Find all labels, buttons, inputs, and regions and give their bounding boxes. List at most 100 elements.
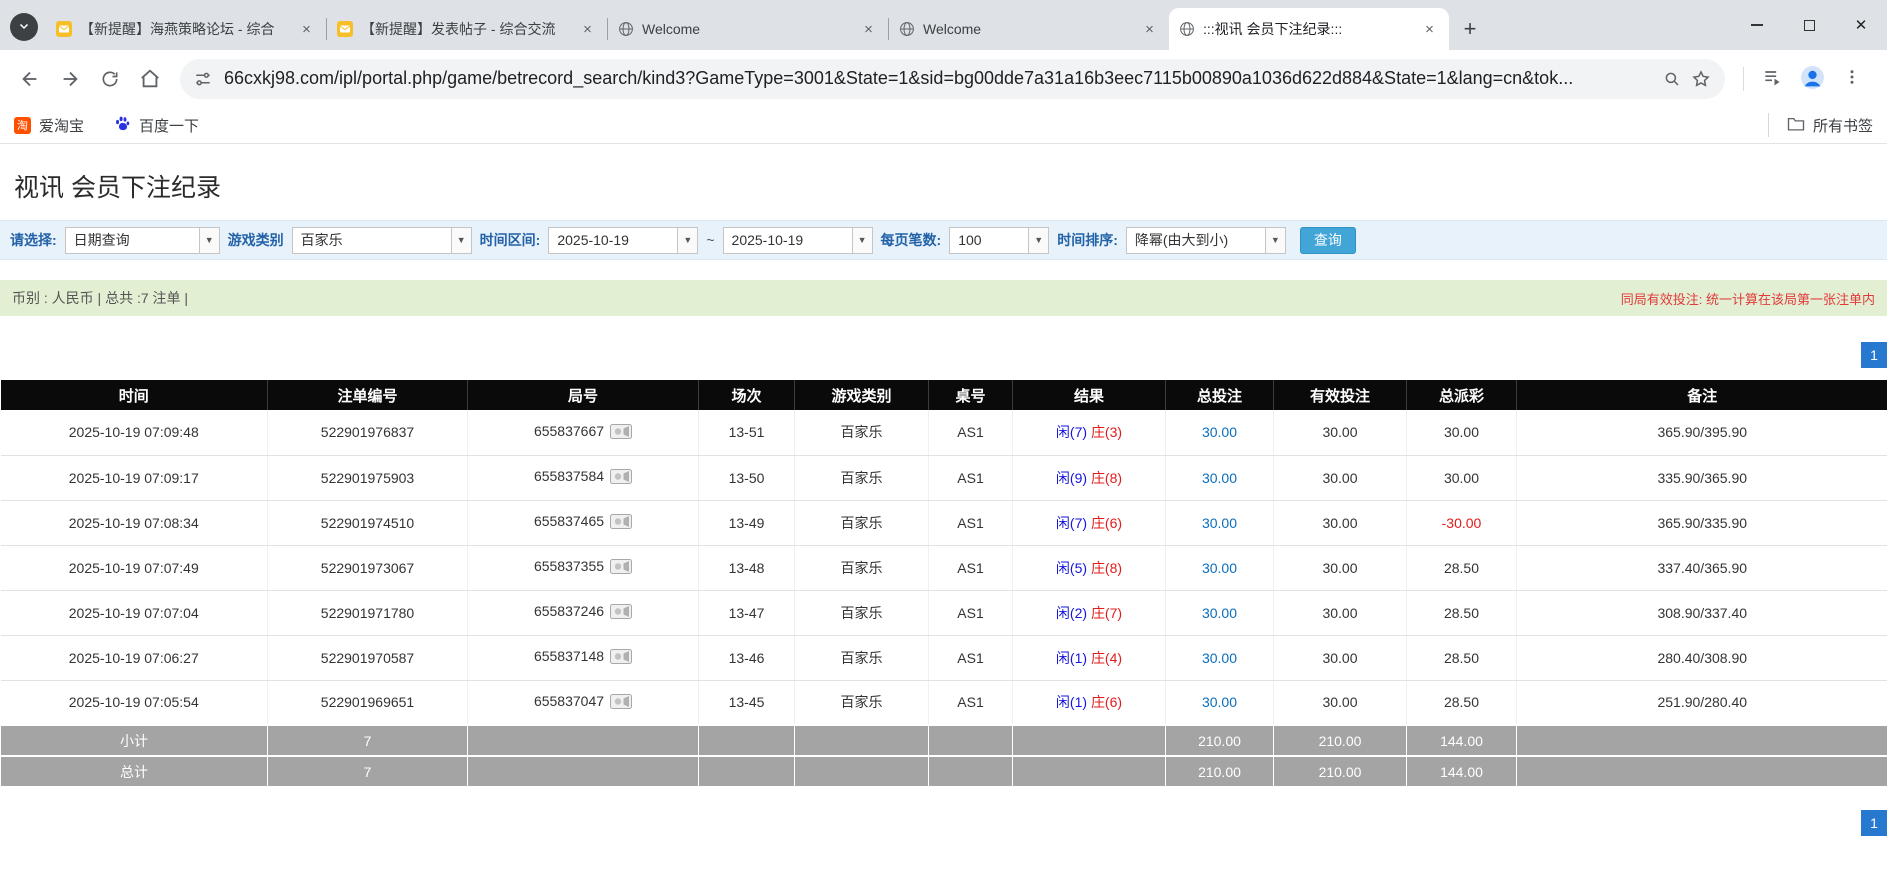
date-to-value: 2025-10-19 [724, 232, 852, 248]
payout-value: 28.50 [1444, 560, 1479, 576]
minimize-button[interactable] [1731, 0, 1783, 50]
total-bet-link[interactable]: 30.00 [1202, 515, 1237, 531]
video-replay-icon[interactable] [610, 694, 632, 712]
tab-close-icon[interactable]: × [297, 20, 316, 39]
result-player[interactable]: 闲(2) [1056, 605, 1087, 621]
all-bookmarks-label: 所有书签 [1813, 115, 1873, 136]
back-button[interactable] [10, 59, 50, 99]
result-player[interactable]: 闲(5) [1056, 560, 1087, 576]
payout-value: 28.50 [1444, 694, 1479, 710]
search-button[interactable]: 查询 [1300, 227, 1356, 254]
url-text[interactable]: 66cxkj98.com/ipl/portal.php/game/betreco… [224, 68, 1641, 89]
video-replay-icon[interactable] [610, 559, 632, 577]
video-replay-icon[interactable] [610, 514, 632, 532]
menu-dots-icon[interactable] [1843, 68, 1861, 89]
home-button[interactable] [130, 59, 170, 99]
result-player[interactable]: 闲(9) [1056, 470, 1087, 486]
address-bar[interactable]: 66cxkj98.com/ipl/portal.php/game/betreco… [180, 59, 1725, 99]
payout-value: 28.50 [1444, 650, 1479, 666]
tab-close-icon[interactable]: × [859, 20, 878, 39]
total-bet-link[interactable]: 30.00 [1202, 560, 1237, 576]
tab-close-icon[interactable]: × [1420, 20, 1439, 39]
cell-note: 308.90/337.40 [1517, 590, 1887, 635]
subtotal-row: 小计 7 210.00 210.00 144.00 [1, 725, 1887, 756]
cell-result: 闲(1) 庄(4) [1013, 635, 1166, 680]
total-bet-link[interactable]: 30.00 [1202, 470, 1237, 486]
result-player[interactable]: 闲(1) [1056, 650, 1087, 666]
tab-close-icon[interactable]: × [578, 20, 597, 39]
cell-session: 13-47 [699, 590, 795, 635]
tab-search-button[interactable] [10, 13, 38, 41]
toolbar-right-icons [1743, 65, 1861, 93]
all-bookmarks-button[interactable]: 所有书签 [1768, 113, 1873, 137]
chevron-down-icon[interactable]: ▼ [199, 228, 219, 253]
query-type-value: 日期查询 [66, 230, 199, 250]
cell-bet-id: 522901969651 [268, 680, 468, 725]
chevron-down-icon[interactable]: ▼ [1028, 228, 1048, 253]
total-bet-link[interactable]: 30.00 [1202, 424, 1237, 440]
chevron-down-icon[interactable]: ▼ [451, 228, 471, 253]
subtotal-count: 7 [268, 725, 468, 756]
bookmark-star-icon[interactable] [1691, 69, 1711, 89]
bookmark-baidu[interactable]: 百度一下 [114, 115, 199, 136]
tab-welcome-1[interactable]: Welcome × [608, 8, 888, 50]
total-bet-link[interactable]: 30.00 [1202, 694, 1237, 710]
tab-forum-haiyan[interactable]: 【新提醒】海燕策略论坛 - 综合 × [46, 8, 326, 50]
game-type-select[interactable]: 百家乐 ▼ [292, 227, 472, 254]
profile-avatar[interactable] [1800, 65, 1825, 93]
page-button-1[interactable]: 1 [1861, 810, 1887, 836]
col-header-table-no: 桌号 [929, 380, 1013, 410]
forward-button[interactable] [50, 59, 90, 99]
sort-order-select[interactable]: 降幂(由大到小) ▼ [1126, 227, 1286, 254]
result-player[interactable]: 闲(7) [1056, 424, 1087, 440]
date-from-select[interactable]: 2025-10-19 ▼ [548, 227, 698, 254]
cell-table-no: AS1 [929, 455, 1013, 500]
maximize-icon [1804, 20, 1815, 31]
video-replay-icon[interactable] [610, 604, 632, 622]
chevron-down-icon[interactable]: ▼ [1265, 228, 1285, 253]
reload-button[interactable] [90, 59, 130, 99]
chevron-down-icon[interactable]: ▼ [677, 228, 697, 253]
cell-bet-id: 522901974510 [268, 500, 468, 545]
table-row: 2025-10-19 07:06:27522901970587655837148… [1, 635, 1887, 680]
result-banker[interactable]: 庄(8) [1091, 560, 1122, 576]
result-banker[interactable]: 庄(6) [1091, 515, 1122, 531]
query-type-select[interactable]: 日期查询 ▼ [65, 227, 220, 254]
media-controls-icon[interactable] [1762, 67, 1782, 90]
cell-result: 闲(7) 庄(6) [1013, 500, 1166, 545]
page-size-select[interactable]: 100 ▼ [949, 227, 1049, 254]
page-button-1[interactable]: 1 [1861, 342, 1887, 368]
tab-betrecord-active[interactable]: :::视讯 会员下注纪录::: × [1169, 8, 1449, 50]
video-replay-icon[interactable] [610, 469, 632, 487]
tab-forum-post[interactable]: 【新提醒】发表帖子 - 综合交流 × [327, 8, 607, 50]
maximize-button[interactable] [1783, 0, 1835, 50]
close-button[interactable]: ✕ [1835, 0, 1887, 50]
video-replay-icon[interactable] [610, 649, 632, 667]
total-count: 7 [268, 756, 468, 787]
result-banker[interactable]: 庄(6) [1091, 694, 1122, 710]
result-player[interactable]: 闲(1) [1056, 694, 1087, 710]
chevron-down-icon[interactable]: ▼ [852, 228, 872, 253]
total-bet-link[interactable]: 30.00 [1202, 650, 1237, 666]
bookmark-taobao[interactable]: 淘 爱淘宝 [14, 115, 84, 136]
cell-game-type: 百家乐 [795, 545, 929, 590]
result-banker[interactable]: 庄(4) [1091, 650, 1122, 666]
tab-welcome-2[interactable]: Welcome × [889, 8, 1169, 50]
col-header-total-bet: 总投注 [1166, 380, 1274, 410]
date-from-value: 2025-10-19 [549, 232, 677, 248]
result-banker[interactable]: 庄(7) [1091, 605, 1122, 621]
cell-table-no: AS1 [929, 635, 1013, 680]
site-settings-icon[interactable] [194, 70, 212, 88]
new-tab-button[interactable]: + [1455, 14, 1485, 44]
video-replay-icon[interactable] [610, 424, 632, 442]
cell-payout: 28.50 [1407, 545, 1517, 590]
result-banker[interactable]: 庄(8) [1091, 470, 1122, 486]
result-player[interactable]: 闲(7) [1056, 515, 1087, 531]
result-banker[interactable]: 庄(3) [1091, 424, 1122, 440]
tab-close-icon[interactable]: × [1140, 20, 1159, 39]
zoom-icon[interactable] [1663, 70, 1681, 88]
date-to-select[interactable]: 2025-10-19 ▼ [723, 227, 873, 254]
cell-total-bet: 30.00 [1166, 500, 1274, 545]
total-bet-link[interactable]: 30.00 [1202, 605, 1237, 621]
cell-round: 655837584 [468, 455, 699, 500]
